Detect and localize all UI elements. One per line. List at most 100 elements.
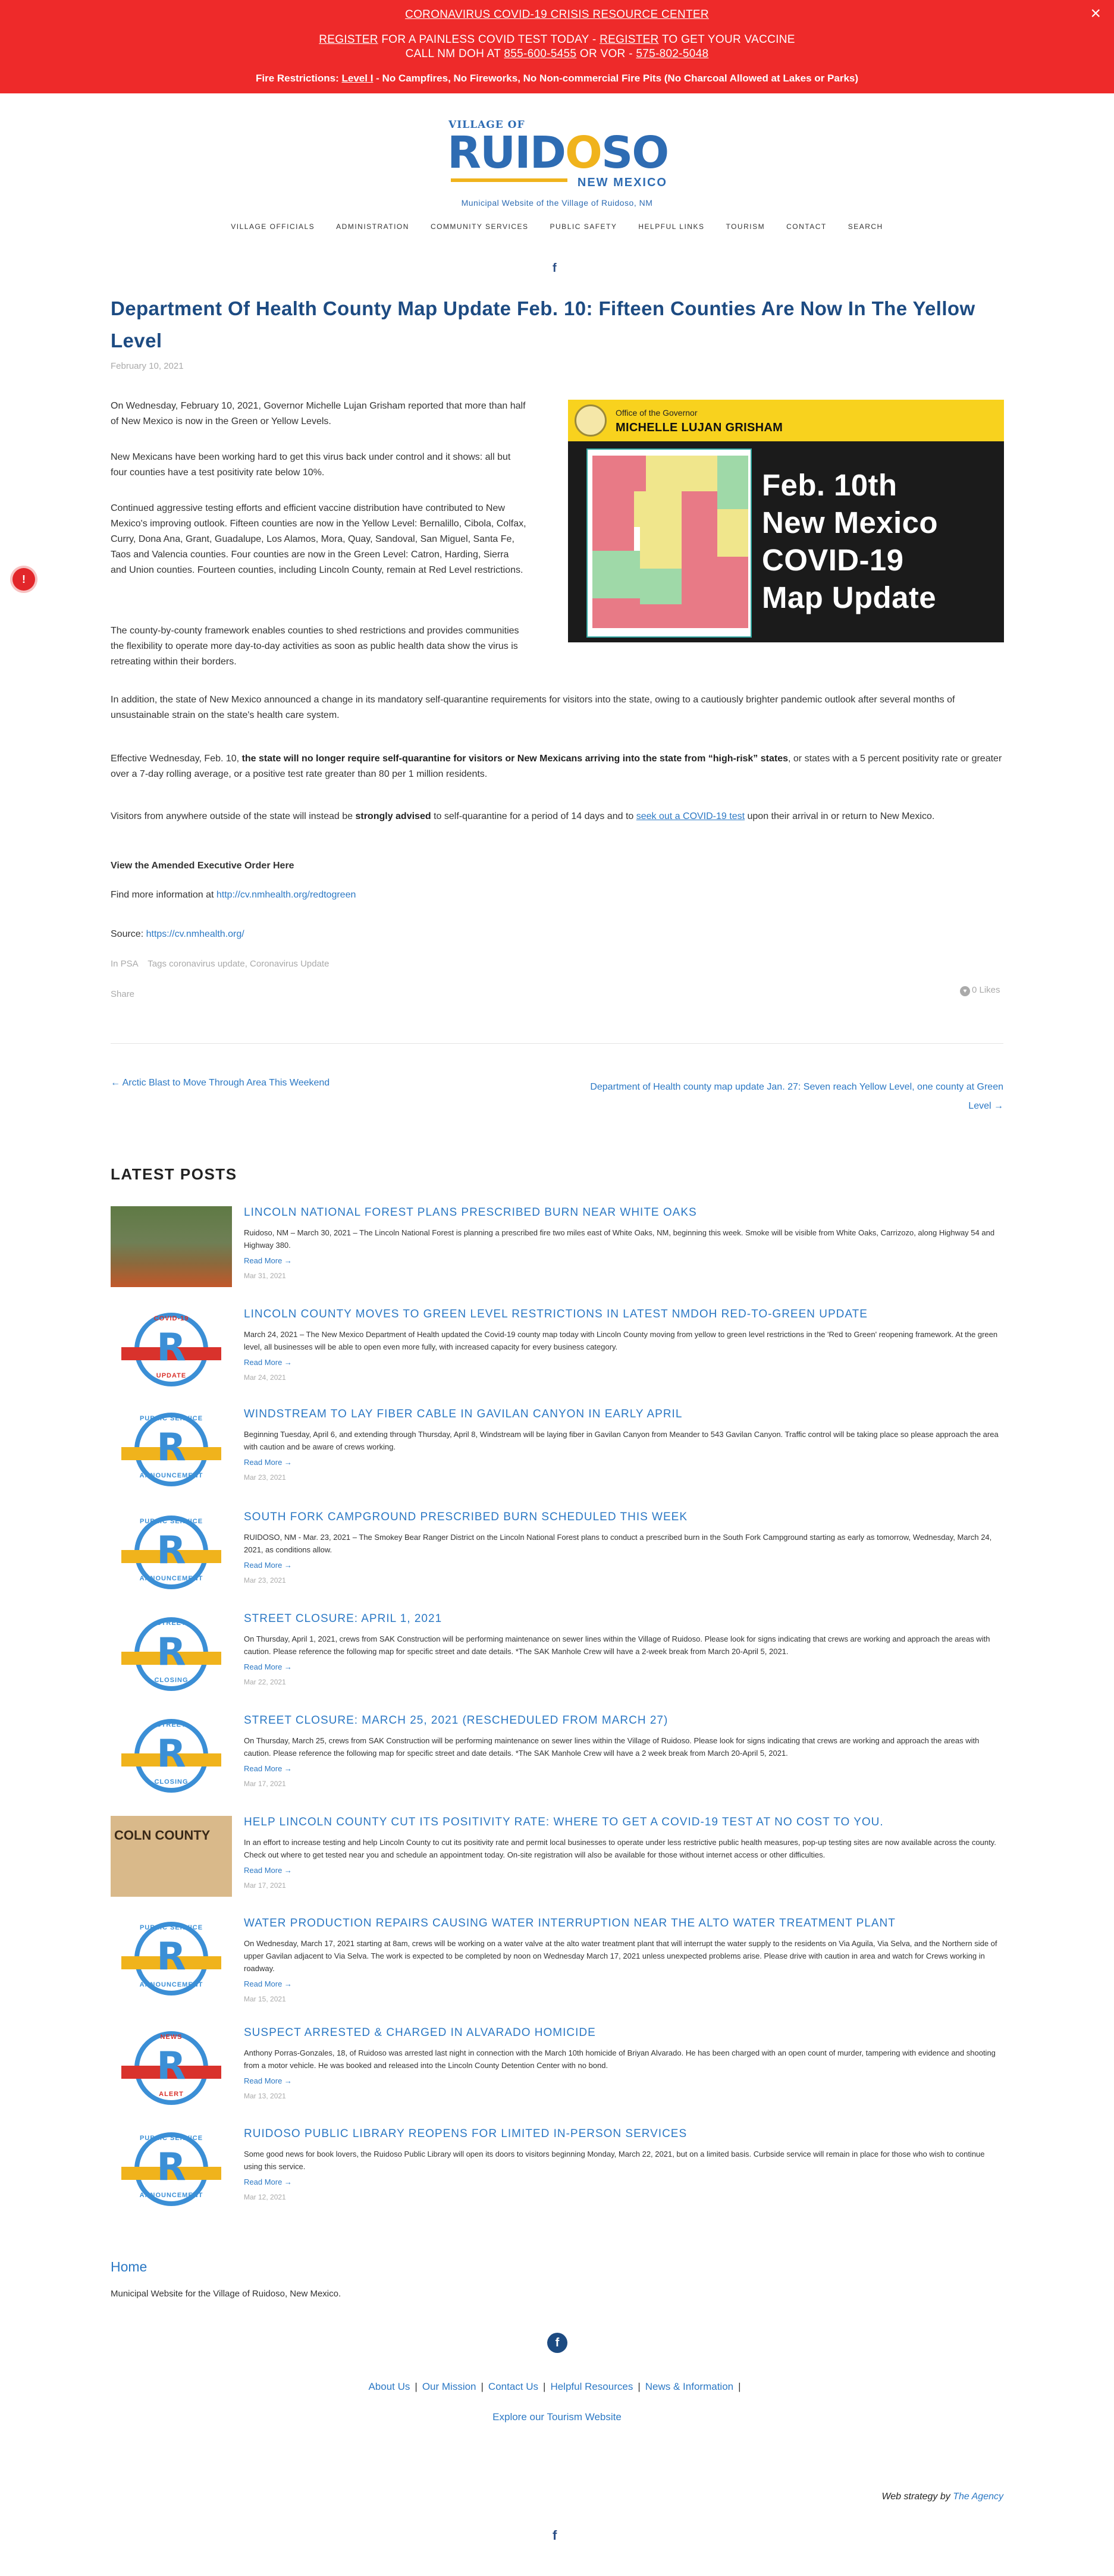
post-thumbnail-psa[interactable]: R PUBLIC SERVICE ANNOUNCEMENT [111, 2128, 232, 2208]
article-paragraph: New Mexicans have been working hard to g… [111, 452, 511, 478]
logo-name: RUIDOSO [447, 127, 669, 178]
post-excerpt: Ruidoso, NM – March 30, 2021 – The Linco… [244, 1228, 995, 1250]
likes-button[interactable]: ♥ 0 Likes [960, 985, 1000, 996]
nav-item-contact[interactable]: CONTACT [786, 222, 827, 231]
post-thumbnail-news[interactable]: R NEWS ALERT [111, 2026, 232, 2107]
governor-seal-icon [575, 404, 607, 437]
thumbnail-label: ANNOUNCEMENT [139, 1575, 203, 1582]
likes-count: 0 Likes [972, 985, 1000, 995]
nav-item-village-officials[interactable]: VILLAGE OFFICIALS [231, 222, 315, 231]
thumbnail-letter: R [156, 1630, 186, 1674]
vor-phone-link[interactable]: 575-802-5048 [636, 48, 708, 60]
post-thumbnail-psa[interactable]: R PUBLIC SERVICE ANNOUNCEMENT [111, 1511, 232, 1592]
post-thumbnail-covid[interactable]: R COVID-19 UPDATE [111, 1308, 232, 1389]
nav-item-tourism[interactable]: TOURISM [726, 222, 765, 231]
next-post-link[interactable]: Department of Health county map update J… [571, 1078, 1003, 1116]
post-title-link[interactable]: Ruidoso Public Library reopens for limit… [244, 2128, 1003, 2141]
footer-tagline: Municipal Website for the Village of Rui… [111, 2289, 341, 2299]
logo-stripe [451, 178, 567, 182]
thumbnail-letter: R [156, 1326, 186, 1370]
thumbnail-label: ALERT [159, 2091, 184, 2098]
post-thumbnail-street[interactable]: R STREET CLOSING [111, 1714, 232, 1795]
post-thumbnail-fire[interactable] [111, 1206, 232, 1287]
nav-item-community-services[interactable]: COMMUNITY SERVICES [431, 222, 529, 231]
post-title-link[interactable]: South Fork Campground prescribed burn sc… [244, 1511, 1003, 1524]
read-more-link[interactable]: Read More → [244, 1662, 292, 1671]
post-excerpt: On Thursday, March 25, crews from SAK Co… [244, 1736, 980, 1758]
hero-headline-line: Map Update [762, 581, 937, 614]
source-link[interactable]: https://cv.nmhealth.org/ [146, 929, 244, 939]
close-icon[interactable]: × [1090, 5, 1101, 23]
covid-test-link[interactable]: seek out a COVID-19 test [636, 811, 745, 821]
post-thumbnail-county[interactable]: COLN COUNTY [111, 1816, 232, 1897]
footer-link-news[interactable]: News & Information [645, 2381, 733, 2392]
read-more-link[interactable]: Read More → [244, 1256, 292, 1265]
tourism-link[interactable]: Explore our Tourism Website [0, 2411, 1114, 2423]
footer-link-contact[interactable]: Contact Us [488, 2381, 538, 2392]
agency-link[interactable]: The Agency [953, 2492, 1003, 2502]
read-more-link[interactable]: Read More → [244, 1979, 292, 1988]
covid-resource-link[interactable]: CORONAVIRUS COVID-19 CRISIS RESOURCE CEN… [0, 8, 1114, 21]
paragraph-text: upon their arrival in or return to New M… [745, 811, 935, 821]
thumbnail-letter: R [156, 1529, 186, 1573]
nav-item-helpful-links[interactable]: HELPFUL LINKS [638, 222, 704, 231]
thumbnail-label: PUBLIC SERVICE [139, 1415, 203, 1422]
post-title-link[interactable]: Street Closure: March 25, 2021 (Reschedu… [244, 1714, 1003, 1727]
read-more-link[interactable]: Read More → [244, 2177, 292, 2186]
alert-text: FOR A PAINLESS COVID TEST TODAY - [378, 33, 600, 46]
read-more-link[interactable]: Read More → [244, 1764, 292, 1773]
share-button[interactable]: Share [111, 989, 134, 999]
redtogreen-link[interactable]: http://cv.nmhealth.org/redtogreen [216, 890, 356, 900]
site-logo[interactable]: VILLAGE OF RUIDOSO NEW MEXICO [447, 119, 669, 196]
post-title-link[interactable]: Lincoln National Forest plans prescribed… [244, 1206, 1003, 1219]
post-date: Mar 23, 2021 [244, 1576, 286, 1584]
logo-name-part: O [565, 127, 602, 178]
article-paragraph: In addition, the state of New Mexico ann… [111, 695, 955, 720]
footer-link-resources[interactable]: Helpful Resources [550, 2381, 633, 2392]
thumbnail-letter: R [156, 1732, 186, 1776]
read-more-link[interactable]: Read More → [244, 1866, 292, 1875]
article-paragraph: Effective Wednesday, Feb. 10, the state … [111, 751, 1003, 782]
register-test-link[interactable]: REGISTER [319, 33, 378, 46]
doh-phone-link[interactable]: 855-600-5455 [504, 48, 576, 60]
fire-level-link[interactable]: Level I [342, 73, 374, 84]
read-more-link[interactable]: Read More → [244, 1358, 292, 1367]
executive-order-link[interactable]: View the Amended Executive Order Here [111, 858, 294, 874]
footer-link-mission[interactable]: Our Mission [422, 2381, 476, 2392]
facebook-icon[interactable]: f [553, 2528, 557, 2543]
web-credit: Web strategy by The Agency [881, 2492, 1003, 2502]
separator: | [543, 2381, 546, 2392]
nav-item-public-safety[interactable]: PUBLIC SAFETY [550, 222, 617, 231]
hero-governor-name: MICHELLE LUJAN GRISHAM [616, 421, 783, 434]
article-tags[interactable]: In PSA Tags coronavirus update, Coronavi… [111, 959, 329, 969]
post-title-link[interactable]: Lincoln County moves to Green Level rest… [244, 1308, 1003, 1321]
post-date: Mar 22, 2021 [244, 1678, 286, 1686]
footer-home-link[interactable]: Home [111, 2259, 147, 2275]
read-more-link[interactable]: Read More → [244, 2076, 292, 2085]
footer-link-about[interactable]: About Us [368, 2381, 410, 2392]
post-title-link[interactable]: Street Closure: April 1, 2021 [244, 1612, 1003, 1626]
nav-item-search[interactable]: SEARCH [848, 222, 883, 231]
thumbnail-letter: R [156, 2145, 186, 2189]
post-date: Mar 15, 2021 [244, 1995, 286, 2003]
thumbnail-label: CLOSING [154, 1677, 189, 1684]
notification-bell-icon[interactable]: ! [12, 568, 35, 591]
read-more-link[interactable]: Read More → [244, 1458, 292, 1467]
post-thumbnail-street[interactable]: R STREET CLOSING [111, 1612, 232, 1693]
previous-post-link[interactable]: ← Arctic Blast to Move Through Area This… [111, 1078, 330, 1088]
nav-item-administration[interactable]: ADMINISTRATION [336, 222, 409, 231]
read-more-link[interactable]: Read More → [244, 1561, 292, 1570]
separator: | [738, 2381, 741, 2392]
logo-state-text: NEW MEXICO [577, 176, 667, 189]
thumbnail-label: ANNOUNCEMENT [139, 1981, 203, 1988]
post-thumbnail-psa[interactable]: R PUBLIC SERVICE ANNOUNCEMENT [111, 1408, 232, 1489]
register-vaccine-link[interactable]: REGISTER [600, 33, 659, 46]
post-title-link[interactable]: Suspect arrested & charged in Alvarado h… [244, 2026, 1003, 2040]
post-thumbnail-psa[interactable]: R PUBLIC SERVICE ANNOUNCEMENT [111, 1917, 232, 1998]
post-title-link[interactable]: Windstream to lay fiber cable in Gavilan… [244, 1408, 1003, 1421]
facebook-icon[interactable]: f [553, 262, 557, 275]
post-title-link[interactable]: Water production repairs causing water i… [244, 1917, 1003, 1930]
alert-text: OR VOR - [576, 48, 636, 60]
facebook-icon[interactable]: f [547, 2333, 567, 2353]
post-title-link[interactable]: Help Lincoln County cut its positivity r… [244, 1816, 1003, 1829]
